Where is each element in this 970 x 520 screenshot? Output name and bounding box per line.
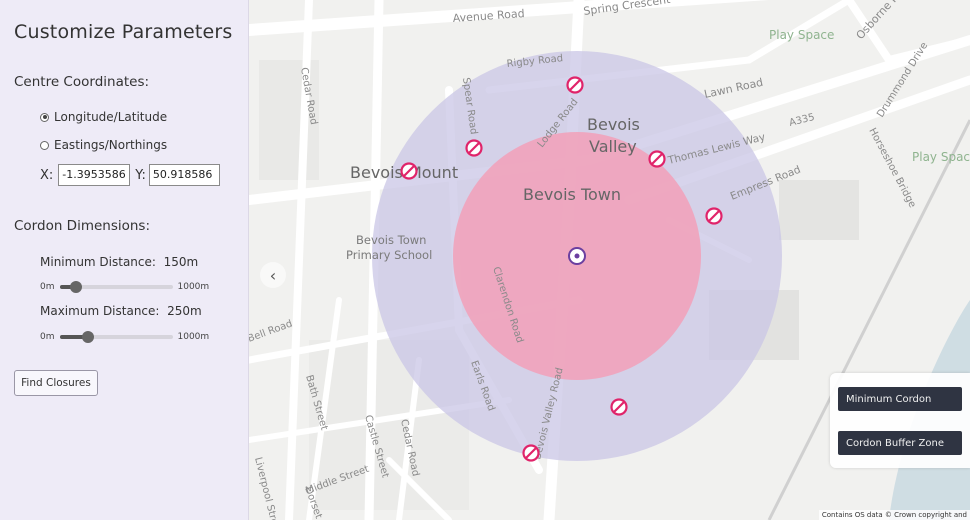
y-label: Y:: [135, 167, 146, 183]
building-block: [779, 180, 859, 240]
place-label: Play Space: [769, 28, 834, 42]
centre-marker-icon[interactable]: [568, 247, 586, 265]
max-slider-range-min: 0m: [40, 332, 55, 342]
max-distance-value: 250m: [167, 304, 202, 318]
x-coordinate-input[interactable]: -1.3953586: [58, 164, 131, 186]
min-distance-caption: Minimum Distance:: [40, 255, 156, 269]
minimum-distance-slider[interactable]: 0m 1000m: [40, 281, 210, 293]
maximum-distance-label: Maximum Distance: 250m: [40, 304, 202, 318]
find-closures-button[interactable]: Find Closures: [14, 370, 98, 396]
legend-minimum-cordon[interactable]: Minimum Cordon: [838, 387, 962, 411]
road-closure-icon[interactable]: [705, 207, 723, 225]
minimum-distance-label: Minimum Distance: 150m: [40, 255, 198, 269]
map-attribution: Contains OS data © Crown copyright and: [818, 510, 970, 520]
min-distance-value: 150m: [163, 255, 199, 269]
legend-cordon-buffer-zone[interactable]: Cordon Buffer Zone: [838, 431, 962, 455]
place-label: Bevois: [587, 115, 640, 134]
radio-eastings-northings[interactable]: Eastings/Northings: [40, 138, 167, 152]
place-label: Primary School: [346, 248, 432, 262]
place-label: Bevois Town: [356, 233, 426, 247]
panel-title: Customize Parameters: [14, 21, 233, 43]
min-slider-range-max: 1000m: [177, 282, 210, 292]
radio-label-eastnorth: Eastings/Northings: [54, 138, 168, 152]
place-label: Valley: [589, 137, 637, 156]
radio-selected-icon[interactable]: [40, 112, 49, 122]
place-label: Play Space: [912, 150, 970, 164]
map-legend: Minimum Cordon Cordon Buffer Zone: [830, 373, 970, 468]
max-slider-handle[interactable]: [81, 331, 94, 343]
radio-longitude-latitude[interactable]: Longitude/Latitude: [40, 110, 167, 124]
coordinate-inputs: X: -1.3953586 Y: 50.918586: [40, 164, 220, 186]
place-label: Bevois Town: [523, 185, 621, 204]
chevron-left-icon[interactable]: ‹: [260, 262, 286, 288]
centre-coordinates-label: Centre Coordinates:: [14, 74, 150, 90]
cordon-dimensions-label: Cordon Dimensions:: [14, 218, 151, 234]
road-closure-icon[interactable]: [566, 76, 584, 94]
max-distance-caption: Maximum Distance:: [40, 304, 160, 318]
min-slider-handle[interactable]: [70, 281, 83, 293]
min-slider-track[interactable]: [59, 281, 173, 293]
road-closure-icon[interactable]: [465, 139, 483, 157]
road-closure-icon[interactable]: [610, 398, 628, 416]
maximum-distance-slider[interactable]: 0m 1000m: [40, 331, 210, 343]
x-label: X:: [40, 167, 54, 183]
radio-label-lonlat: Longitude/Latitude: [54, 110, 168, 124]
road-closure-icon[interactable]: [522, 444, 540, 462]
y-coordinate-input[interactable]: 50.918586: [148, 164, 220, 186]
road-closure-icon[interactable]: [400, 162, 418, 180]
max-slider-range-max: 1000m: [177, 332, 210, 342]
road-closure-icon[interactable]: [648, 150, 666, 168]
max-slider-track[interactable]: [59, 331, 173, 343]
parameters-panel: Customize Parameters Centre Coordinates:…: [0, 0, 249, 520]
min-slider-range-min: 0m: [40, 282, 55, 292]
radio-unselected-icon[interactable]: [40, 140, 49, 150]
